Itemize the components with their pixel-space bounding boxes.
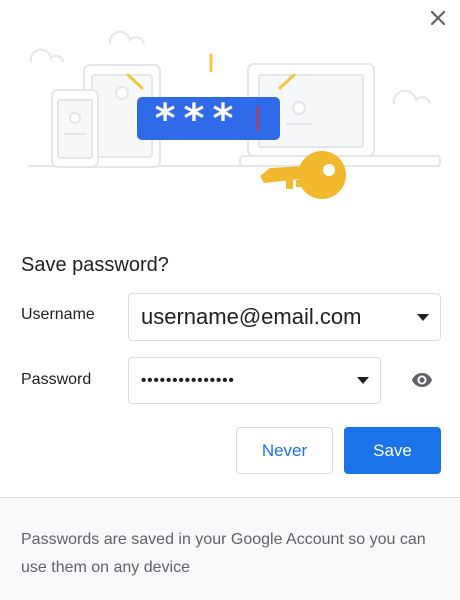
password-dropdown[interactable] bbox=[346, 358, 380, 403]
password-mask-text: *** bbox=[155, 96, 242, 142]
password-select[interactable]: ••••••••••••••• bbox=[128, 357, 381, 404]
never-button[interactable]: Never bbox=[236, 427, 333, 474]
save-button[interactable]: Save bbox=[344, 427, 441, 474]
password-value: ••••••••••••••• bbox=[141, 372, 235, 389]
password-illustration: *** bbox=[28, 30, 441, 199]
show-password-button[interactable] bbox=[408, 368, 436, 392]
chevron-down-icon bbox=[357, 377, 369, 384]
username-select[interactable]: username@email.com bbox=[128, 293, 441, 341]
eye-icon bbox=[412, 373, 432, 387]
password-badge: *** bbox=[137, 96, 280, 142]
username-value: username@email.com bbox=[141, 304, 362, 329]
save-password-dialog: *** Save password? Username username@ema… bbox=[0, 0, 460, 600]
footer-text: Passwords are saved in your Google Accou… bbox=[21, 531, 426, 576]
password-label: Password bbox=[21, 371, 92, 388]
close-button[interactable] bbox=[426, 6, 450, 30]
dialog-title: Save password? bbox=[21, 254, 169, 276]
phone-outline bbox=[51, 89, 99, 168]
close-icon bbox=[431, 11, 445, 25]
chevron-down-icon bbox=[417, 313, 429, 321]
footer: Passwords are saved in your Google Accou… bbox=[0, 498, 460, 600]
username-dropdown[interactable] bbox=[406, 294, 440, 340]
username-label: Username bbox=[21, 306, 95, 323]
